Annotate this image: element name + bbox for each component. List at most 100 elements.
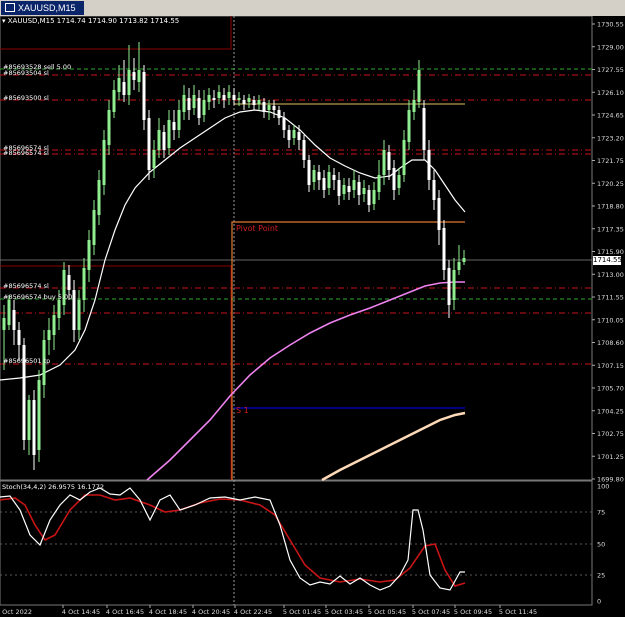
price-tick-label: 1724.65 [597,112,624,120]
candle-body [407,110,411,142]
candle-body [227,92,231,98]
s1-label: S 1 [236,406,249,415]
candle-body [297,132,301,140]
candle-body [37,380,41,450]
candle-body [137,70,141,82]
time-tick-label: 4 Oct 18:45 [149,608,187,616]
price-tick-label: 1715.90 [597,248,624,256]
time-tick-label: 5 Oct 05:45 [368,608,406,616]
order-label: #85696574 buy 5.00 [3,293,73,301]
candle-body [412,100,416,112]
candle-body [257,100,261,104]
candle-body [372,190,376,204]
chart-tab[interactable]: XAUUSD,M15 [1,1,84,15]
candle-body [267,105,271,110]
candle-body [132,72,136,80]
candle-body [337,180,341,196]
price-tick-label: 1702.75 [597,430,624,438]
candle-body [32,400,36,455]
candle-body [57,300,61,318]
candle-body [302,140,306,160]
candle-body [92,210,96,245]
time-tick-label: 5 Oct 03:45 [325,608,363,616]
candle-body [197,98,201,118]
candle-body [447,268,451,305]
candle-body [237,98,241,100]
order-label: #85693504 sl [3,69,49,77]
candle-body [72,290,76,330]
price-tick-label: 1721.75 [597,157,624,165]
candle-body [127,70,131,95]
price-chart[interactable]: 1730.55 1729.00 1727.55 1726.10 1724.65 1723.… [0,16,625,617]
candle-body [287,130,291,140]
stoch-axis: 100 75 50 25 0 [597,483,609,606]
candle-body [97,180,101,215]
time-tick-label: 4 Oct 20:45 [192,608,230,616]
candle-body [152,150,156,168]
candle-body [277,110,281,118]
price-tick-label: 1727.55 [597,66,624,74]
candle-body [172,122,176,130]
chart-tab-bar: XAUUSD,M15 [0,0,625,16]
candle-body [382,150,386,175]
candle-body [367,190,371,205]
candle-body [192,95,196,108]
candle-body [292,130,296,138]
candle-body [167,120,171,148]
order-label: #85693500 sl [3,94,49,102]
candle-body [217,92,221,98]
price-tick-label: 1720.25 [597,180,624,188]
price-tick-label: 1730.55 [597,21,624,29]
candle-body [67,275,71,290]
candle-body [122,82,126,95]
candle-body [352,180,356,190]
time-tick-label: 4 Oct 2022 [0,608,32,616]
candle-body [457,262,461,270]
candle-body [82,268,86,300]
candle-body [402,140,406,175]
stoch-tick-label: 100 [597,483,609,491]
pivot-point-label: Pivot Point [236,224,279,233]
candle-body [117,78,121,92]
price-tick-label: 1718.80 [597,203,624,211]
time-tick-label: 5 Oct 09:45 [454,608,492,616]
time-tick-label: 5 Oct 01:45 [283,608,321,616]
candle-body [312,170,316,182]
candle-body [212,98,216,100]
price-tick-label: 1729.00 [597,43,624,51]
price-tick-label: 1726.10 [597,89,624,97]
candle-body [187,98,191,110]
candle-body [452,270,456,300]
candle-body [232,95,236,100]
candle-body [162,132,166,150]
candle-body [182,95,186,112]
candle-body [442,228,446,270]
candle-body [202,100,206,115]
candle-body [7,300,11,325]
time-axis: 4 Oct 2022 4 Oct 14:45 4 Oct 16:45 4 Oct 18… [0,605,537,616]
candle-body [432,180,436,200]
candle-body [347,186,351,192]
candle-body [427,150,431,180]
price-tick-label: 1707.15 [597,362,624,370]
candle-body [282,118,286,130]
candle-body [242,100,246,104]
stoch-tick-label: 50 [597,541,605,549]
candle-body [102,140,106,185]
stoch-tick-label: 75 [597,509,605,517]
current-price-marker: 1714.55 [593,256,622,265]
candle-body [342,185,346,194]
candle-body [262,102,266,112]
candle-body [12,310,16,330]
stoch-tick-label: 25 [597,572,605,580]
candle-body [177,110,181,130]
candle-body [47,330,51,340]
candle-body [422,108,426,150]
chart-window-icon [5,3,15,12]
candle-body [317,172,321,180]
price-tick-label: 1701.25 [597,453,624,461]
price-tick-label: 1717.35 [597,225,624,233]
candle-body [377,175,381,192]
candle-body [87,240,91,270]
price-tick-label: 1711.55 [597,294,624,302]
